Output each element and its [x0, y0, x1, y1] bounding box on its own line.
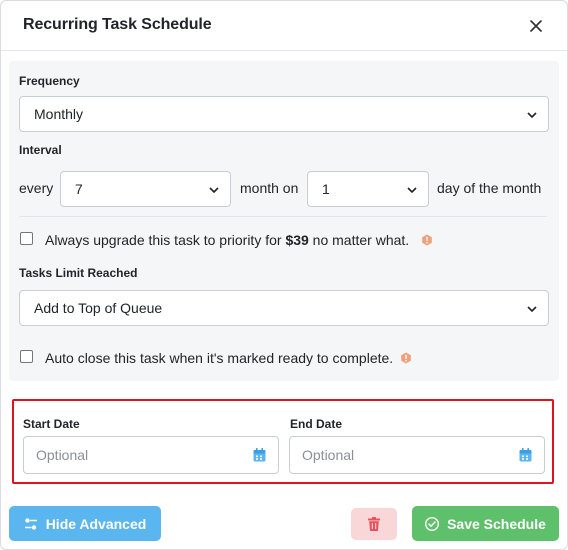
delete-schedule-button[interactable] — [351, 508, 397, 540]
section-divider — [19, 216, 547, 217]
close-icon — [530, 20, 542, 32]
sliders-icon — [24, 517, 37, 530]
close-button[interactable] — [525, 15, 547, 37]
interval-middle-text: month on — [240, 180, 299, 196]
chevron-down-icon — [527, 306, 537, 313]
save-schedule-label: Save Schedule — [447, 515, 546, 532]
end-date-placeholder: Optional — [302, 447, 355, 463]
interval-count-value: 7 — [75, 181, 83, 197]
end-date-input[interactable]: Optional — [289, 436, 545, 474]
save-schedule-button[interactable]: Save Schedule — [412, 506, 559, 541]
start-date-placeholder: Optional — [36, 447, 89, 463]
chevron-down-icon — [407, 187, 417, 194]
auto-close-checkbox[interactable] — [20, 350, 33, 363]
interval-count-select[interactable]: 7 — [60, 171, 231, 207]
check-circle-icon — [425, 516, 440, 531]
frequency-value: Monthly — [34, 106, 84, 122]
calendar-icon[interactable] — [253, 448, 266, 462]
frequency-select[interactable]: Monthly — [19, 96, 549, 132]
hide-advanced-button[interactable]: Hide Advanced — [9, 506, 161, 541]
start-date-input[interactable]: Optional — [23, 436, 279, 474]
chevron-down-icon — [209, 187, 219, 194]
interval-prefix: every — [19, 180, 54, 196]
hide-advanced-label: Hide Advanced — [45, 515, 147, 532]
modal-header: Recurring Task Schedule — [1, 1, 567, 51]
modal-title: Recurring Task Schedule — [23, 16, 212, 33]
tasks-limit-value: Add to Top of Queue — [34, 300, 163, 316]
chevron-down-icon — [527, 112, 537, 119]
upgrade-price: $39 — [285, 232, 309, 248]
upgrade-priority-label: Always upgrade this task to priority for… — [45, 232, 409, 248]
upgrade-text-before: Always upgrade this task to priority for — [45, 232, 286, 248]
tasks-limit-label: Tasks Limit Reached — [19, 266, 138, 280]
warning-hex-icon[interactable] — [400, 352, 412, 364]
recurring-task-modal: Recurring Task Schedule Frequency Monthl… — [0, 0, 568, 550]
calendar-icon[interactable] — [519, 448, 532, 462]
auto-close-label: Auto close this task when it's marked re… — [45, 350, 394, 366]
interval-label: Interval — [19, 143, 62, 157]
frequency-label: Frequency — [19, 74, 80, 88]
interval-day-value: 1 — [322, 181, 330, 197]
upgrade-text-after: no matter what. — [308, 232, 410, 248]
tasks-limit-select[interactable]: Add to Top of Queue — [19, 290, 549, 326]
interval-day-select[interactable]: 1 — [307, 171, 429, 207]
interval-suffix: day of the month — [437, 180, 542, 196]
trash-icon — [368, 517, 380, 531]
end-date-label: End Date — [290, 417, 343, 431]
warning-hex-icon[interactable] — [421, 234, 433, 246]
start-date-label: Start Date — [23, 417, 80, 431]
settings-panel: Frequency Monthly Interval every 7 month… — [9, 61, 559, 381]
upgrade-priority-checkbox[interactable] — [20, 232, 33, 245]
